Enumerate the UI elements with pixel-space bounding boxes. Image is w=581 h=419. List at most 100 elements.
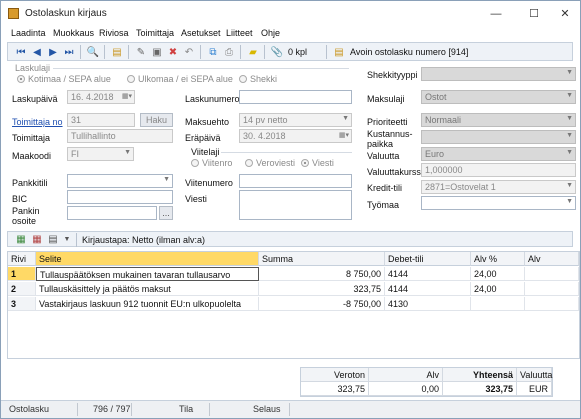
add-row-icon[interactable]: ▦ (14, 232, 28, 246)
maakoodi-value: FI (71, 149, 79, 159)
radio-ulkomaa[interactable]: Ulkomaa / ei SEPA alue (127, 74, 233, 84)
attachment-icon[interactable]: 📎 (270, 45, 284, 59)
table-cell-summa[interactable]: 323,75 (259, 282, 385, 296)
radio-shekki[interactable]: Shekki (239, 74, 277, 84)
col-header-alv[interactable]: Alv (525, 252, 579, 266)
toimittaja-label: Toimittaja (12, 133, 51, 143)
chevron-down-icon[interactable]: ▼ (60, 232, 74, 246)
haku-button[interactable]: Haku (140, 113, 173, 127)
kredit-tili-select[interactable]: 2871=Ostovelat 1 ▼ (421, 180, 576, 194)
radio-kotimaa-label: Kotimaa / SEPA alue (28, 74, 111, 84)
note-icon[interactable]: ▰ (246, 45, 260, 59)
viitenumero-input[interactable] (239, 174, 352, 188)
totals-header-valuutta: Valuutta (517, 368, 552, 382)
copy-icon[interactable]: ⧉ (206, 45, 220, 59)
laskunumero-input[interactable] (239, 90, 352, 104)
table-cell-alv-percent[interactable] (471, 297, 525, 311)
minimize-button[interactable]: — (479, 1, 513, 26)
menu-asetukset[interactable]: Asetukset (181, 28, 221, 38)
bic-input[interactable] (67, 190, 173, 204)
chevron-down-icon: ▼ (566, 149, 573, 156)
calendar-icon[interactable]: ▦▾ (122, 92, 132, 100)
delete-icon[interactable]: ✖ (166, 45, 180, 59)
open-invoice-icon[interactable]: ▤ (332, 45, 346, 59)
table-cell-selite[interactable]: Tullauspäätöksen mukainen tavaran tullau… (36, 267, 259, 281)
new-document-icon[interactable]: ▤ (110, 45, 124, 59)
toimittaja-input[interactable]: Tullihallinto (67, 129, 173, 143)
kustannuspaikka-label: Kustannus- paikka (367, 129, 413, 149)
table-cell-selite[interactable]: Tullauskäsittely ja päätös maksut (36, 282, 259, 296)
menu-liitteet[interactable]: Liitteet (226, 28, 253, 38)
save-icon[interactable]: ▣ (150, 45, 164, 59)
kustannuspaikka-select[interactable]: ▼ (421, 130, 576, 144)
table-row-number[interactable]: 1 (8, 267, 36, 281)
col-header-rivi[interactable]: Rivi (8, 252, 36, 266)
table-row-number[interactable]: 2 (8, 282, 36, 296)
status-document-type: Ostolasku (9, 404, 50, 414)
maakoodi-select[interactable]: FI ▼ (67, 147, 134, 161)
valuutta-value: Euro (425, 149, 445, 159)
table-cell-alv-percent[interactable]: 24,00 (471, 267, 525, 281)
menu-toimittaja[interactable]: Toimittaja (136, 28, 174, 38)
table-cell-alv[interactable] (525, 282, 579, 296)
radio-dot-icon (191, 159, 199, 167)
pankin-osoite-input[interactable] (67, 206, 157, 220)
radio-viesti-label: Viesti (312, 158, 334, 168)
laskupaiva-input[interactable]: 16. 4.2018 ▦▾ (67, 90, 135, 104)
undo-icon[interactable]: ↶ (182, 45, 196, 59)
valuuttakurssi-label: Valuuttakurssi (367, 167, 423, 177)
maximize-button[interactable]: ☐ (517, 1, 551, 26)
col-header-alv-percent[interactable]: Alv % (471, 252, 525, 266)
chevron-down-icon: ▼ (566, 115, 573, 122)
last-record-icon[interactable]: ⏭ (62, 45, 76, 59)
tyomaa-select[interactable]: ▼ (421, 196, 576, 210)
radio-viesti[interactable]: Viesti (301, 158, 334, 168)
col-header-summa[interactable]: Summa (259, 252, 385, 266)
valuuttakurssi-input[interactable]: 1,000000 (421, 163, 576, 177)
prioriteetti-select[interactable]: Normaali ▼ (421, 113, 576, 127)
pankkitili-select[interactable]: ▼ (67, 174, 173, 188)
viesti-textarea[interactable] (239, 190, 352, 220)
close-button[interactable]: ✕ (548, 1, 581, 26)
next-record-icon[interactable]: ▶ (46, 45, 60, 59)
table-cell-summa[interactable]: 8 750,00 (259, 267, 385, 281)
table-cell-debet[interactable]: 4144 (385, 267, 471, 281)
kredit-tili-label: Kredit-tili (367, 183, 403, 193)
kirjaustapa-button[interactable]: Kirjaustapa: Netto (ilman alv:a) (82, 235, 205, 245)
toimittaja-no-link[interactable]: Toimittaja no (12, 117, 63, 127)
app-window: Ostolaskun kirjaus — ☐ ✕ Laadinta Muokka… (0, 0, 581, 419)
menu-laadinta[interactable]: Laadinta (11, 28, 46, 38)
table-cell-selite[interactable]: Vastakirjaus laskuun 912 tuonnit EU:n ul… (36, 297, 259, 311)
search-icon[interactable]: 🔍 (86, 45, 100, 59)
maksulaji-select[interactable]: Ostot ▼ (421, 90, 576, 104)
toimittaja-no-input[interactable]: 31 (67, 113, 135, 127)
print-icon[interactable]: ⎙ (222, 45, 236, 59)
grid-options-icon[interactable]: ▤ (46, 232, 60, 246)
radio-viitenro[interactable]: Viitenro (191, 158, 232, 168)
menu-ohje[interactable]: Ohje (261, 28, 280, 38)
radio-kotimaa[interactable]: Kotimaa / SEPA alue (17, 74, 111, 84)
table-cell-alv-percent[interactable]: 24,00 (471, 282, 525, 296)
previous-record-icon[interactable]: ◀ (30, 45, 44, 59)
erapaiva-input[interactable]: 30. 4.2018 ▦▾ (239, 129, 352, 143)
col-header-debet[interactable]: Debet-tili (385, 252, 471, 266)
maksuehto-select[interactable]: 14 pv netto ▼ (239, 113, 352, 127)
table-row-number[interactable]: 3 (8, 297, 36, 311)
menu-riviosa[interactable]: Riviosa (99, 28, 129, 38)
table-cell-alv[interactable] (525, 297, 579, 311)
col-header-selite[interactable]: Selite (36, 252, 259, 266)
menu-muokkaus[interactable]: Muokkaus (53, 28, 94, 38)
shekkityyppi-select[interactable]: ▼ (421, 67, 576, 81)
pankin-osoite-browse-button[interactable]: ... (159, 206, 173, 220)
table-cell-summa[interactable]: -8 750,00 (259, 297, 385, 311)
table-cell-debet[interactable]: 4130 (385, 297, 471, 311)
first-record-icon[interactable]: ⏮ (14, 45, 28, 59)
calendar-icon[interactable]: ▦▾ (339, 131, 349, 139)
table-cell-debet[interactable]: 4144 (385, 282, 471, 296)
delete-row-icon[interactable]: ▦ (30, 232, 44, 246)
edit-icon[interactable]: ✎ (134, 45, 148, 59)
valuutta-select[interactable]: Euro ▼ (421, 147, 576, 161)
table-cell-alv[interactable] (525, 267, 579, 281)
open-invoice-label[interactable]: Avoin ostolasku numero [914] (350, 47, 468, 57)
radio-veroviesti[interactable]: Veroviesti (245, 158, 295, 168)
